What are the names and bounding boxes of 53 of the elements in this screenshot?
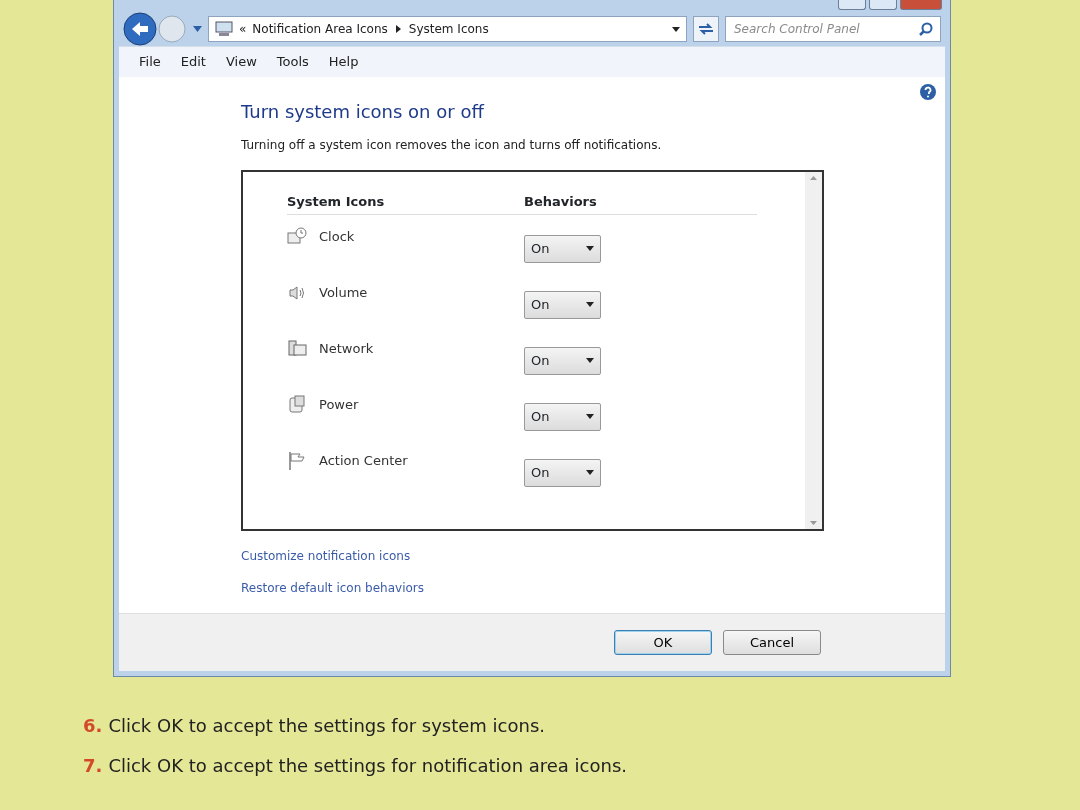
breadcrumb-item-link[interactable]: System Icons (408, 20, 489, 38)
default-button[interactable]: OK (614, 630, 712, 656)
menu-item[interactable]: Tools (268, 50, 317, 74)
page-heading: Turn system icons on or off (241, 100, 486, 123)
menu-item[interactable]: Help (320, 50, 367, 74)
clock-icon (287, 226, 307, 247)
caret-icon (586, 358, 594, 364)
flag-icon (287, 450, 307, 471)
icon-name-label: Network (319, 339, 374, 358)
history-caret-icon[interactable] (193, 26, 202, 32)
search-icon[interactable] (919, 22, 933, 36)
search-field[interactable]: Search Control Panel (725, 16, 941, 42)
link[interactable]: Restore default icon behaviors (241, 579, 424, 598)
icon-name-label: Volume (319, 283, 368, 302)
step-text: Click OK to accept the settings for system icons. (108, 715, 546, 737)
breadcrumb-item-link[interactable]: Notification Area Icons (252, 20, 388, 38)
scroll-down-icon[interactable] (810, 521, 817, 526)
dialog-button[interactable]: Cancel (723, 630, 821, 656)
power-icon (287, 394, 307, 415)
menu-item[interactable]: File (131, 50, 169, 74)
minimize-button[interactable] (838, 0, 866, 10)
address-field[interactable]: « Notification Area Icons System Icons (208, 16, 687, 42)
caret-icon (586, 470, 594, 476)
menu-item[interactable]: Edit (172, 50, 214, 74)
step-text: Click OK to accept the settings for notification area icons. (108, 754, 628, 777)
step-number: 7. (83, 754, 103, 777)
scroll-up-icon[interactable] (810, 176, 817, 181)
overflow-chevron[interactable]: « (239, 20, 247, 38)
column-header: Behaviors (524, 193, 597, 212)
column-header: System Icons (287, 193, 386, 212)
caret-icon (586, 246, 594, 252)
separator-arrow-icon[interactable] (395, 25, 401, 33)
maximize-button[interactable] (869, 0, 897, 10)
icon-name-label: Power (319, 395, 359, 414)
description-text: Turning off a system icon removes the icon and turns off notifications. (241, 137, 663, 155)
caret-icon (586, 302, 594, 308)
caret-icon (586, 414, 594, 420)
menu-item[interactable]: View (217, 50, 265, 74)
behavior-dropdown[interactable]: On (524, 458, 601, 487)
behavior-dropdown[interactable]: On (524, 234, 601, 263)
behavior-dropdown[interactable]: On (524, 290, 601, 319)
scrollbar[interactable] (805, 172, 822, 530)
step-number: 6. (83, 715, 103, 737)
network-icon (287, 338, 307, 359)
dropdown-caret-icon[interactable] (672, 26, 680, 32)
refresh-icon[interactable] (693, 16, 719, 42)
behavior-dropdown[interactable]: On (524, 346, 601, 375)
icon-name-label: Clock (319, 227, 355, 246)
help-icon[interactable] (919, 82, 937, 101)
behavior-dropdown[interactable]: On (524, 402, 601, 431)
icon-name-label: Action Center (319, 451, 408, 470)
link[interactable]: Customize notification icons (241, 547, 411, 566)
computer-icon (215, 21, 233, 37)
